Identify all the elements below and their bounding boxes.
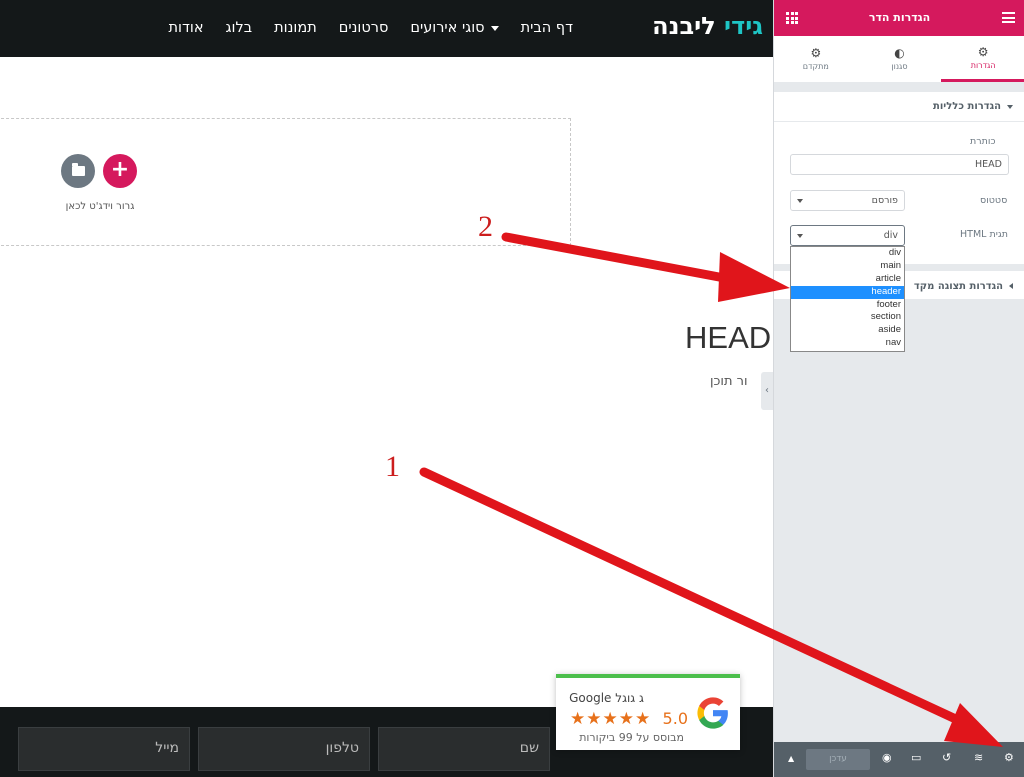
nav-item-event-types-label: סוגי אירועים bbox=[410, 20, 485, 36]
option-nav[interactable]: nav bbox=[791, 337, 904, 350]
gear-icon: ⚙ bbox=[810, 46, 822, 60]
tab-style[interactable]: ◐ סגנון bbox=[858, 36, 942, 82]
tab-settings-label: הגדרות bbox=[970, 60, 996, 70]
html-tag-label: תגית HTML bbox=[960, 229, 1008, 240]
panel-tabs: ⚙ הגדרות ◐ סגנון ⚙ מתקדם bbox=[774, 36, 1024, 82]
drop-zone-text: גרור וידג'ט לכאן bbox=[65, 201, 135, 212]
chevron-down-icon bbox=[797, 234, 803, 238]
mail-field[interactable]: מייל bbox=[18, 727, 190, 771]
title-label: כותרת bbox=[970, 136, 996, 147]
page-subtext[interactable]: ור תוכן bbox=[710, 374, 748, 389]
menu-icon[interactable] bbox=[1002, 12, 1015, 23]
nav-item-event-types[interactable]: סוגי אירועים bbox=[410, 20, 499, 36]
nav-item-about[interactable]: אודות bbox=[169, 20, 204, 36]
option-section[interactable]: section bbox=[791, 311, 904, 324]
tab-advanced-label: מתקדם bbox=[802, 62, 829, 71]
eye-icon[interactable]: ◉ bbox=[882, 752, 892, 763]
option-div[interactable]: div bbox=[791, 247, 904, 260]
logo-part-2: ליבנה bbox=[652, 12, 716, 40]
google-icon bbox=[697, 697, 728, 729]
google-reviews-badge[interactable]: Google ג גוגל 5.0 ★★★★★ מבוסס על 99 ביקו… bbox=[556, 674, 740, 750]
status-value: פורסם bbox=[871, 195, 898, 206]
option-header[interactable]: header bbox=[791, 285, 904, 299]
caret-down-icon bbox=[1007, 104, 1013, 109]
status-label: סטטוס bbox=[980, 195, 1008, 206]
contrast-icon: ◐ bbox=[894, 46, 905, 60]
tab-advanced[interactable]: ⚙ מתקדם bbox=[774, 36, 858, 82]
option-main[interactable]: main bbox=[791, 260, 904, 273]
annotation-label-1: 1 bbox=[385, 450, 400, 483]
general-settings-title: הגדרות כלליות bbox=[933, 101, 1001, 112]
history-icon[interactable]: ↺ bbox=[942, 752, 951, 763]
google-review-count: מבוסס על 99 ביקורות bbox=[579, 731, 684, 744]
chevron-down-icon bbox=[490, 25, 499, 31]
nav-item-videos[interactable]: סרטונים bbox=[339, 20, 389, 36]
template-library-button[interactable] bbox=[61, 154, 95, 188]
option-aside[interactable]: aside bbox=[791, 324, 904, 337]
caret-up-icon[interactable]: ▲ bbox=[788, 755, 794, 763]
navigator-icon[interactable]: ≋ bbox=[974, 752, 983, 763]
logo-part-1: גידי bbox=[724, 12, 763, 40]
html-tag-value: div bbox=[883, 230, 898, 241]
panel-collapse-handle[interactable]: ‹ bbox=[761, 372, 773, 410]
html-tag-dropdown: div main article header footer section a… bbox=[790, 246, 905, 352]
panel-header: הגדרות הדר bbox=[774, 0, 1024, 36]
panel-footer: ▲ עדכן ◉ ▭ ↺ ≋ ⚙ bbox=[774, 742, 1024, 777]
responsive-icon[interactable]: ▭ bbox=[911, 752, 921, 763]
google-rating-score: 5.0 bbox=[662, 709, 688, 728]
panel-title: הגדרות הדר bbox=[868, 11, 931, 24]
option-footer[interactable]: footer bbox=[791, 299, 904, 312]
site-preview: גידי ליבנה דף הבית סוגי אירועים סרטונים … bbox=[0, 0, 773, 777]
nav-item-home[interactable]: דף הבית bbox=[521, 20, 573, 36]
update-button[interactable]: עדכן bbox=[806, 749, 870, 770]
settings-gear-icon[interactable]: ⚙ bbox=[1004, 752, 1014, 763]
name-field[interactable]: שם bbox=[378, 727, 550, 771]
chevron-down-icon bbox=[797, 199, 803, 203]
tab-style-label: סגנון bbox=[891, 62, 908, 71]
gear-icon: ⚙ bbox=[977, 44, 989, 59]
editor-panel: הגדרות הדר ⚙ הגדרות ◐ סגנון ⚙ מתקדם הגדר… bbox=[773, 0, 1024, 777]
status-select[interactable]: פורסם bbox=[790, 190, 905, 211]
title-input[interactable]: HEAD bbox=[790, 154, 1009, 175]
tab-settings[interactable]: ⚙ הגדרות bbox=[941, 36, 1024, 82]
option-article[interactable]: article bbox=[791, 273, 904, 286]
page-heading[interactable]: HEAD bbox=[685, 320, 771, 356]
general-settings-toggle[interactable]: הגדרות כלליות bbox=[774, 92, 1024, 122]
annotation-label-2: 2 bbox=[478, 210, 493, 243]
star-icon: ★★★★★ bbox=[570, 709, 652, 729]
nav-item-blog[interactable]: בלוג bbox=[226, 20, 253, 36]
site-logo[interactable]: גידי ליבנה bbox=[652, 12, 763, 40]
site-nav: דף הבית סוגי אירועים סרטונים תמונות בלוג… bbox=[169, 20, 574, 36]
html-tag-select[interactable]: div bbox=[790, 225, 905, 246]
google-card-title: Google ג גוגל bbox=[569, 691, 644, 705]
nav-item-photos[interactable]: תמונות bbox=[274, 20, 317, 36]
caret-left-icon bbox=[1009, 283, 1013, 289]
folder-icon bbox=[71, 163, 85, 176]
advanced-display-title: הגדרות תצוגה מקד bbox=[913, 280, 1003, 292]
add-section-button[interactable]: + bbox=[103, 154, 137, 188]
phone-field[interactable]: טלפון bbox=[198, 727, 370, 771]
site-header: גידי ליבנה דף הבית סוגי אירועים סרטונים … bbox=[0, 0, 773, 57]
